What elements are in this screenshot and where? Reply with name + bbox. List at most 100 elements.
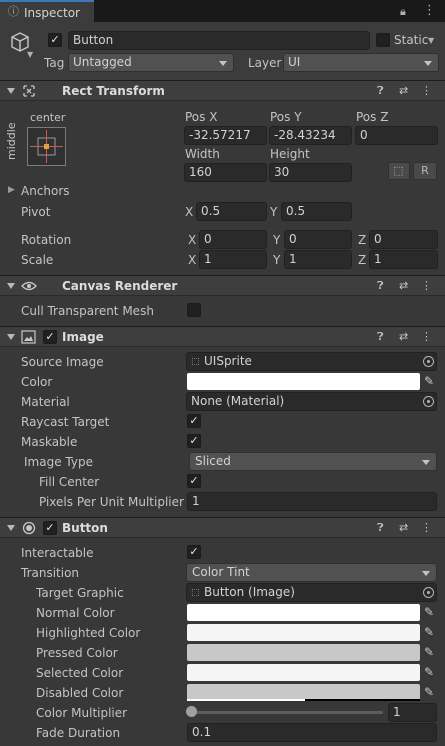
component-title: Button [62, 521, 108, 535]
alpha-bar-filled [187, 699, 305, 701]
component-menu-icon[interactable]: ⋮ [421, 330, 432, 344]
raycast-target-checkbox[interactable]: ✓ [187, 414, 201, 428]
scale-x-label: X [188, 253, 197, 267]
preset-icon[interactable]: ⇄ [399, 279, 408, 293]
rot-z-field[interactable]: 0 [369, 230, 438, 249]
disabled-color-swatch[interactable] [187, 684, 420, 701]
fold-arrow-icon[interactable] [7, 88, 15, 94]
anchors-fold-icon[interactable]: ▶ [8, 185, 15, 195]
eyedropper-icon[interactable]: ✎ [424, 645, 434, 659]
button-component-header[interactable]: ✓ Button ❓︎ ⇄ ⋮ [0, 517, 445, 538]
active-checkbox[interactable]: ✓ [48, 33, 62, 47]
static-checkbox[interactable] [376, 33, 390, 47]
interactable-checkbox[interactable]: ✓ [187, 545, 201, 559]
button-enabled-checkbox[interactable]: ✓ [43, 521, 57, 535]
color-multiplier-slider-track[interactable] [191, 711, 383, 714]
scale-y-field[interactable]: 1 [284, 250, 352, 269]
scale-label: Scale [21, 253, 54, 267]
rot-y-field[interactable]: 0 [284, 230, 352, 249]
image-component-icon [21, 330, 36, 344]
preset-icon[interactable]: ⇄ [399, 330, 408, 344]
rot-z-label: Z [358, 233, 367, 247]
help-icon[interactable]: ❓︎ [377, 330, 384, 344]
more-menu-icon[interactable]: ⋮ [423, 4, 436, 17]
posx-field[interactable]: -32.57217 [184, 126, 267, 145]
icon-dropdown-arrow[interactable]: ▼ [27, 49, 33, 61]
fold-arrow-icon[interactable] [7, 283, 15, 289]
width-label: Width [185, 147, 220, 161]
scale-x-field[interactable]: 1 [199, 250, 267, 269]
rect-transform-header[interactable]: Rect Transform ❓︎ ⇄ ⋮ [0, 80, 445, 101]
color-multiplier-slider-thumb[interactable] [186, 706, 197, 717]
height-field[interactable]: 30 [269, 163, 352, 182]
canvas-renderer-eye-icon [21, 281, 37, 291]
width-field[interactable]: 160 [184, 163, 267, 182]
preset-icon[interactable]: ⇄ [399, 521, 408, 535]
eyedropper-icon[interactable]: ✎ [424, 625, 434, 639]
static-dropdown-arrow[interactable]: ▼ [428, 35, 434, 47]
color-swatch[interactable] [187, 373, 420, 390]
highlighted-color-swatch[interactable] [187, 624, 420, 641]
material-value: None (Material) [191, 394, 285, 408]
tag-dropdown[interactable]: Untagged [68, 53, 234, 72]
source-image-field[interactable]: ⬚ UISprite [186, 352, 437, 371]
component-menu-icon[interactable]: ⋮ [421, 279, 432, 293]
sprite-icon: ⬚ [191, 357, 200, 367]
preset-icon[interactable]: ⇄ [399, 84, 408, 98]
image-type-label: Image Type [24, 455, 93, 469]
eyedropper-icon[interactable]: ✎ [424, 685, 434, 699]
selected-color-swatch[interactable] [187, 664, 420, 681]
anchor-presets-icon [30, 130, 63, 163]
pivot-x-field[interactable]: 0.5 [196, 202, 267, 221]
help-icon[interactable]: ❓︎ [377, 84, 384, 98]
normal-color-swatch[interactable] [187, 604, 420, 621]
layer-dropdown[interactable]: UI [283, 53, 439, 72]
transition-dropdown[interactable]: Color Tint [186, 563, 437, 582]
image-type-dropdown[interactable]: Sliced [189, 452, 437, 471]
object-picker-icon[interactable] [423, 356, 434, 367]
eyedropper-icon[interactable]: ✎ [424, 374, 434, 388]
eyedropper-icon[interactable]: ✎ [424, 605, 434, 619]
button-component-icon [22, 521, 36, 535]
fade-duration-field[interactable]: 0.1 [187, 723, 437, 742]
name-field[interactable]: Button [68, 31, 370, 50]
blueprint-mode-button[interactable]: ⬚ [388, 162, 410, 180]
posz-field[interactable]: 0 [355, 126, 438, 145]
help-icon[interactable]: ❓︎ [377, 521, 384, 535]
maskable-checkbox[interactable]: ✓ [187, 434, 201, 448]
anchors-label[interactable]: Anchors [21, 184, 70, 198]
eyedropper-icon[interactable]: ✎ [424, 665, 434, 679]
help-icon[interactable]: ❓︎ [377, 279, 384, 293]
cull-transparent-checkbox[interactable] [187, 303, 201, 317]
rot-x-field[interactable]: 0 [199, 230, 267, 249]
component-title: Rect Transform [62, 84, 165, 98]
canvas-renderer-header[interactable]: Canvas Renderer ❓︎ ⇄ ⋮ [0, 275, 445, 296]
color-multiplier-label: Color Multiplier [36, 706, 128, 720]
ppu-multiplier-field[interactable]: 1 [187, 492, 437, 511]
raw-edit-button[interactable]: R [413, 162, 437, 180]
source-image-value: UISprite [204, 354, 252, 368]
pivot-y-label: Y [270, 205, 278, 219]
selected-color-label: Selected Color [36, 666, 124, 680]
anchor-presets-button[interactable] [27, 127, 66, 166]
image-enabled-checkbox[interactable]: ✓ [43, 330, 57, 344]
pressed-color-swatch[interactable] [187, 644, 420, 661]
fold-arrow-icon[interactable] [7, 334, 15, 340]
fold-arrow-icon[interactable] [7, 525, 15, 531]
color-multiplier-field[interactable]: 1 [388, 703, 437, 722]
material-field[interactable]: None (Material) [186, 392, 437, 411]
component-menu-icon[interactable]: ⋮ [421, 521, 432, 535]
scale-z-field[interactable]: 1 [369, 250, 438, 269]
component-menu-icon[interactable]: ⋮ [421, 84, 432, 98]
image-header[interactable]: ✓ Image ❓︎ ⇄ ⋮ [0, 326, 445, 347]
object-picker-icon[interactable] [423, 587, 434, 598]
target-graphic-field[interactable]: ⬚ Button (Image) [186, 583, 437, 602]
lock-icon[interactable]: 🔒︎ [400, 6, 406, 18]
layer-label: Layer [248, 56, 282, 70]
fill-center-checkbox[interactable]: ✓ [187, 474, 201, 488]
tab-inspector[interactable]: ⓘ Inspector [0, 0, 94, 22]
pivot-y-field[interactable]: 0.5 [281, 202, 352, 221]
alpha-bar-empty [305, 699, 420, 701]
object-picker-icon[interactable] [423, 396, 434, 407]
posy-field[interactable]: -28.43234 [269, 126, 352, 145]
